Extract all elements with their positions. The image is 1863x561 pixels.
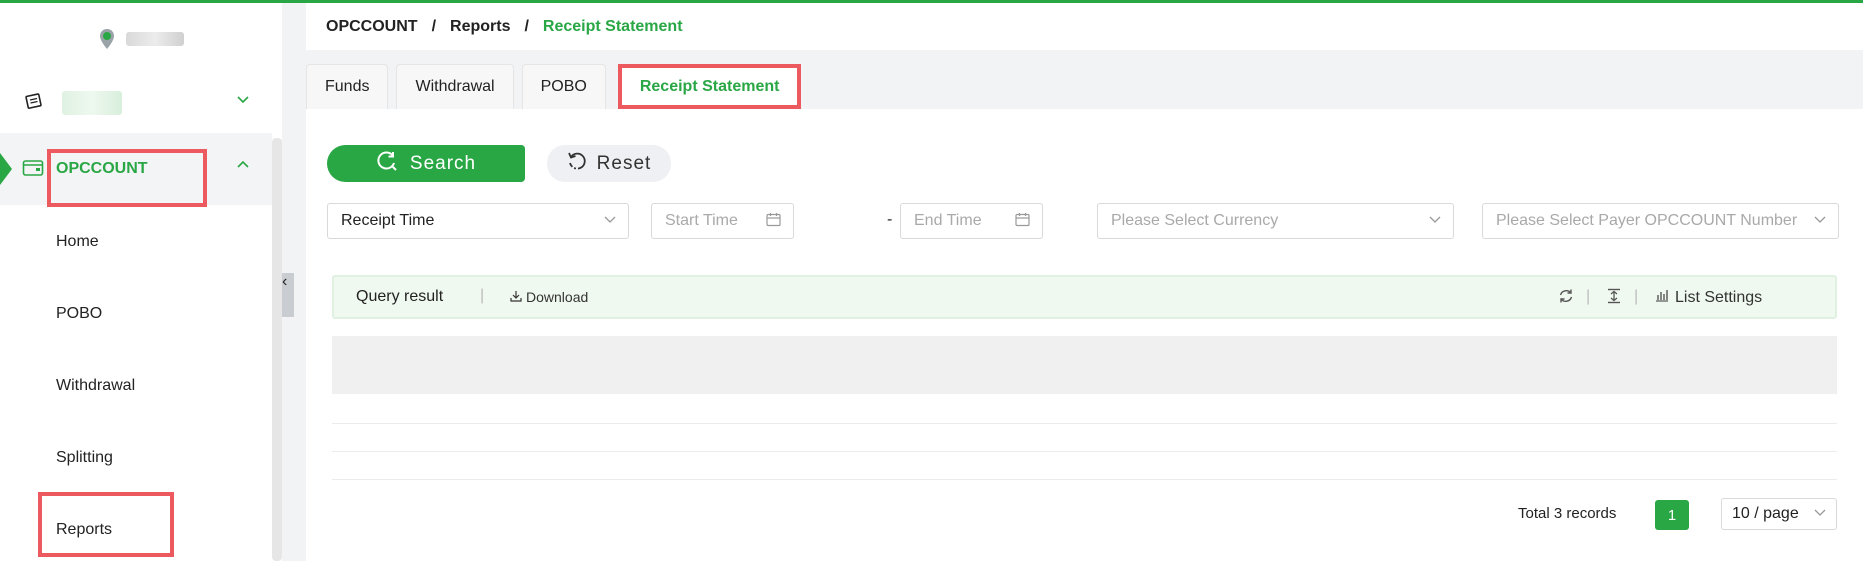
tab-receipt-statement[interactable]: Receipt Statement [617, 64, 802, 109]
sidebar-item-home[interactable]: Home [56, 233, 99, 251]
highlight-box-section [47, 149, 207, 207]
tab-bar: Funds Withdrawal POBO Receipt Statement [306, 64, 802, 109]
refresh-icon[interactable] [1558, 288, 1574, 309]
table-row [332, 479, 1837, 480]
table-header [332, 336, 1837, 394]
sidebar-logo[interactable] [0, 3, 282, 75]
main-card: Search Reset Receipt Time Start Time - E… [306, 109, 1863, 561]
breadcrumb-separator: / [524, 17, 529, 35]
time-type-select[interactable]: Receipt Time [327, 203, 629, 239]
date-range-separator: - [887, 211, 893, 228]
bar-chart-icon [1655, 288, 1669, 307]
result-toolbar: Query result | Download | | List Setting… [332, 275, 1837, 319]
tab-pobo[interactable]: POBO [521, 64, 606, 109]
table-row [332, 451, 1837, 452]
sidebar: OPCCOUNT Home POBO Withdrawal Splitting … [0, 3, 282, 561]
sidebar-item-blurred[interactable] [0, 75, 272, 131]
currency-placeholder: Please Select Currency [1111, 212, 1279, 229]
start-time-placeholder: Start Time [665, 212, 738, 229]
blurred-brand-name [126, 32, 184, 46]
page-size-value: 10 / page [1732, 505, 1799, 522]
reset-button[interactable]: Reset [547, 145, 671, 182]
download-button[interactable]: Download [510, 289, 588, 305]
reset-button-label: Reset [596, 152, 652, 174]
breadcrumb-item-reports[interactable]: Reports [450, 18, 510, 36]
payer-placeholder: Please Select Payer OPCCOUNT Number [1496, 212, 1798, 229]
sidebar-item-pobo[interactable]: POBO [56, 305, 102, 323]
query-result-title: Query result [356, 288, 444, 305]
note-icon [24, 91, 44, 116]
currency-select[interactable]: Please Select Currency [1097, 203, 1454, 239]
toolbar-divider: | [1634, 288, 1639, 305]
breadcrumb-item-opccount[interactable]: OPCCOUNT [326, 18, 418, 36]
tab-withdrawal[interactable]: Withdrawal [396, 64, 514, 109]
density-icon[interactable] [1606, 288, 1622, 309]
active-marker [0, 153, 12, 185]
search-button[interactable]: Search [327, 145, 525, 182]
download-icon [510, 289, 522, 305]
payer-number-select[interactable]: Please Select Payer OPCCOUNT Number [1482, 203, 1839, 239]
start-time-input[interactable]: Start Time [651, 203, 794, 239]
download-label: Download [526, 289, 589, 305]
sidebar-collapse-handle[interactable]: ‹ [282, 273, 294, 317]
search-icon [376, 150, 398, 178]
total-records: Total 3 records [1518, 505, 1617, 522]
page-1-button[interactable]: 1 [1655, 500, 1689, 530]
calendar-icon [1015, 212, 1030, 232]
breadcrumb: OPCCOUNT / Reports / Receipt Statement [306, 3, 1863, 50]
end-time-placeholder: End Time [914, 212, 982, 229]
list-settings-label: List Settings [1675, 288, 1763, 306]
tab-funds[interactable]: Funds [306, 64, 389, 109]
list-settings-button[interactable]: List Settings [1655, 288, 1762, 307]
reset-icon [567, 151, 587, 177]
chevron-down-icon [604, 213, 616, 228]
end-time-input[interactable]: End Time [900, 203, 1043, 239]
map-pin-icon [98, 28, 116, 50]
chevron-down-icon [1814, 506, 1826, 521]
table-row [332, 423, 1837, 424]
chevron-left-icon: ‹ [282, 273, 288, 290]
chevron-down-icon [1429, 213, 1441, 228]
wallet-icon [22, 159, 44, 182]
search-button-label: Search [409, 152, 477, 174]
blurred-menu-label [62, 91, 122, 115]
toolbar-divider: | [1586, 288, 1591, 305]
chevron-up-icon [236, 157, 250, 176]
toolbar-divider: | [480, 287, 485, 304]
time-type-value: Receipt Time [341, 212, 435, 229]
sidebar-scrollbar[interactable] [272, 138, 282, 561]
chevron-down-icon [236, 93, 250, 112]
sidebar-section-opccount[interactable]: OPCCOUNT [0, 133, 272, 207]
sidebar-item-withdrawal[interactable]: Withdrawal [56, 377, 135, 395]
breadcrumb-current: Receipt Statement [542, 17, 683, 35]
calendar-icon [766, 212, 781, 232]
breadcrumb-separator: / [431, 17, 437, 35]
sidebar-item-splitting[interactable]: Splitting [56, 449, 113, 467]
page-size-select[interactable]: 10 / page [1721, 498, 1837, 530]
highlight-box-reports [38, 492, 174, 557]
chevron-down-icon [1814, 213, 1826, 228]
